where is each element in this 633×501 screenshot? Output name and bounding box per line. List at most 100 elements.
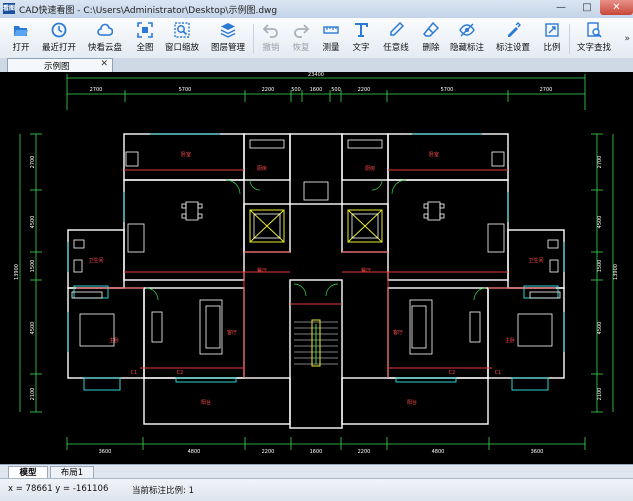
- zoom-window-icon: [174, 22, 190, 38]
- close-tab-icon[interactable]: ✕: [100, 59, 108, 69]
- dim-top: 2700: [90, 87, 103, 93]
- scale-icon: [545, 23, 559, 37]
- dim-right: 4500: [597, 322, 603, 335]
- hide-annotation-button[interactable]: 隐藏标注: [448, 20, 486, 56]
- layer-manager-button[interactable]: 图层管理: [208, 20, 248, 56]
- window-tag: C1: [131, 370, 138, 376]
- dim-top: 500: [331, 87, 341, 93]
- dim-total: 23400: [308, 72, 324, 78]
- dim-right: 2700: [597, 156, 603, 169]
- toolbar-label: 文字: [352, 43, 370, 53]
- main-toolbar: 打开 最近打开 快看云盘 全图 窗口缩放 图层管理 撤销 恢复 测量 文字 任意…: [0, 18, 633, 59]
- dim-bottom: 4800: [432, 449, 445, 455]
- dim-top: 5700: [179, 87, 192, 93]
- room-label: 卧室: [181, 151, 191, 158]
- dim-left: 1500: [30, 260, 36, 273]
- text-search-button[interactable]: 文字查找: [574, 20, 614, 56]
- dim-right: 2100: [597, 388, 603, 401]
- toolbar-label: 测量: [322, 43, 340, 53]
- toolbar-label: 快看云盘: [87, 43, 122, 53]
- cursor-coordinates: x = 78661 y = -161106: [8, 484, 109, 494]
- floor-plan-drawing: 23400 2700 5700 2200 500 1600 500 2200 5…: [14, 72, 619, 455]
- room-label: 厨房: [365, 165, 375, 172]
- window-tag: C1: [495, 370, 502, 376]
- toolbar-label: 撤销: [262, 43, 280, 53]
- room-label: 客厅: [227, 329, 237, 336]
- hide-annotation-icon: [459, 23, 475, 37]
- text-button[interactable]: 文字: [348, 20, 374, 56]
- dim-bottom: 1600: [310, 449, 323, 455]
- dim-right-total: 13900: [613, 264, 619, 280]
- close-window-button[interactable]: ✕: [600, 0, 633, 15]
- title-bar: 看图 CAD快速看图 - C:\Users\Administrator\Desk…: [0, 0, 633, 19]
- open-button[interactable]: 打开: [6, 20, 36, 56]
- dim-bottom: 3600: [531, 449, 544, 455]
- fit-view-icon: [137, 22, 153, 38]
- text-search-icon: [587, 22, 602, 38]
- toolbar-label: 隐藏标注: [449, 43, 484, 53]
- drawing-canvas[interactable]: 23400 2700 5700 2200 500 1600 500 2200 5…: [0, 72, 633, 464]
- room-label: 主卧: [505, 337, 515, 344]
- dim-top: 500: [291, 87, 301, 93]
- dim-bottom: 4800: [188, 449, 201, 455]
- toolbar-separator: [253, 24, 254, 54]
- minimize-button[interactable]: —: [548, 0, 574, 15]
- room-label: 厨房: [257, 165, 267, 172]
- maximize-button[interactable]: □: [574, 0, 600, 15]
- clock-icon: [51, 22, 67, 38]
- room-label: 阳台: [407, 399, 417, 406]
- dim-left: 2700: [30, 156, 36, 169]
- toolbar-label: 比例: [543, 43, 561, 53]
- dim-bottom: 3600: [99, 449, 112, 455]
- toolbar-label: 删除: [422, 43, 440, 53]
- dim-right: 4500: [597, 216, 603, 229]
- dim-top: 2700: [540, 87, 553, 93]
- redo-button[interactable]: 恢复: [288, 20, 314, 56]
- tab-drawing[interactable]: 示例图 ✕: [7, 58, 113, 73]
- dim-top: 1600: [310, 87, 323, 93]
- dim-left: 4500: [30, 216, 36, 229]
- toolbar-label: 标注设置: [495, 43, 530, 53]
- eraser-icon: [423, 22, 439, 37]
- dim-bottom: 2200: [358, 449, 371, 455]
- dim-top: 2200: [358, 87, 371, 93]
- window-title: CAD快速看图 - C:\Users\Administrator\Desktop…: [19, 6, 278, 16]
- window-tag: C2: [177, 370, 184, 376]
- freeline-icon: [390, 22, 404, 36]
- dim-top: 2200: [262, 87, 275, 93]
- delete-button[interactable]: 删除: [418, 20, 444, 56]
- room-label: 客厅: [393, 329, 403, 336]
- tab-label: 示例图: [44, 62, 70, 72]
- text-icon: [355, 23, 368, 37]
- dim-right: 1500: [597, 260, 603, 273]
- layers-icon: [220, 23, 236, 38]
- fit-view-button[interactable]: 全图: [132, 20, 158, 56]
- annotation-settings-button[interactable]: 标注设置: [494, 20, 532, 56]
- toolbar-label: 窗口缩放: [164, 43, 199, 53]
- freeline-button[interactable]: 任意线: [380, 20, 412, 56]
- dim-left: 2100: [30, 388, 36, 401]
- toolbar-label: 恢复: [292, 43, 310, 53]
- recent-open-button[interactable]: 最近打开: [40, 20, 78, 56]
- undo-button[interactable]: 撤销: [258, 20, 284, 56]
- cloud-icon: [97, 23, 113, 36]
- annotation-settings-icon: [508, 22, 521, 37]
- toolbar-separator: [569, 24, 570, 54]
- toolbar-more-icon[interactable]: »: [624, 34, 630, 44]
- measure-button[interactable]: 测量: [318, 20, 344, 56]
- zoom-window-button[interactable]: 窗口缩放: [164, 20, 200, 56]
- dim-left: 4500: [30, 322, 36, 335]
- dim-bottom: 2200: [262, 449, 275, 455]
- app-logo-icon: 看图: [3, 3, 16, 14]
- status-bar: x = 78661 y = -161106 当前标注比例: 1: [0, 478, 633, 501]
- room-label: 卫生间: [528, 257, 543, 264]
- room-label: 卧室: [429, 151, 439, 158]
- toolbar-label: 最近打开: [41, 43, 76, 53]
- toolbar-label: 图层管理: [210, 43, 245, 53]
- redo-icon: [294, 24, 309, 38]
- sheet-tab-bar: 模型 布局1: [0, 464, 633, 480]
- cloud-button[interactable]: 快看云盘: [86, 20, 124, 56]
- scale-button[interactable]: 比例: [540, 20, 564, 56]
- room-label: 餐厅: [361, 267, 371, 274]
- toolbar-label: 打开: [12, 43, 30, 53]
